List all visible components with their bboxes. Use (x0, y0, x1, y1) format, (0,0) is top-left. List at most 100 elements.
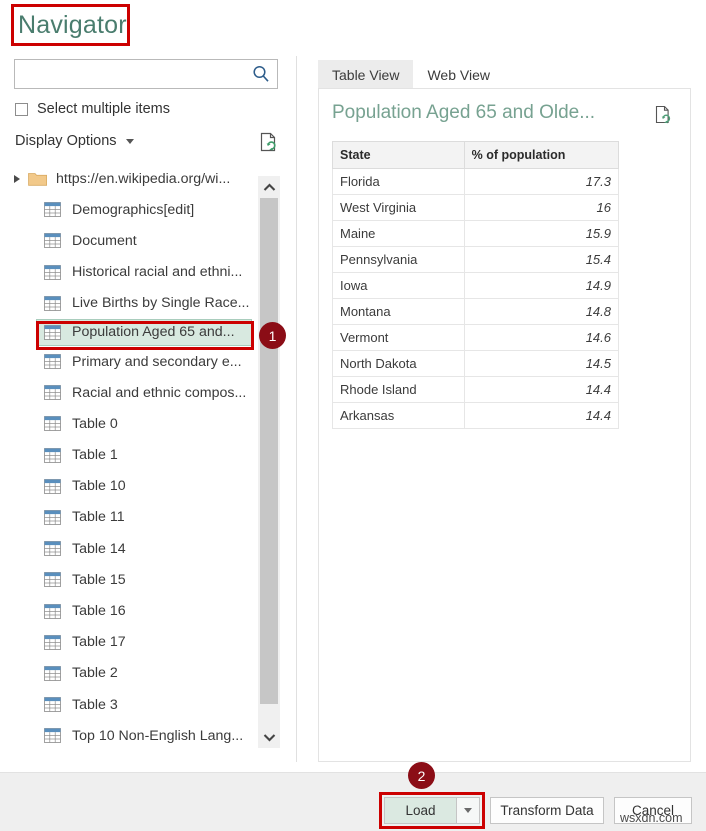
tree-item-table-1[interactable]: Table 1 (0, 440, 258, 471)
tree-item-label: Table 1 (72, 447, 118, 464)
select-multiple-items-checkbox[interactable] (15, 102, 28, 116)
transform-data-button[interactable]: Transform Data (490, 797, 604, 824)
tree-item-population-aged-65[interactable]: Population Aged 65 and... (36, 318, 252, 346)
cell-state: Arkansas (332, 402, 465, 429)
tab-web-view[interactable]: Web View (413, 60, 504, 91)
preview-title: Population Aged 65 and Olde... (332, 102, 596, 123)
preview-tabs[interactable]: Table View Web View (318, 60, 504, 91)
cell-state: West Virginia (332, 194, 465, 221)
tree-item-demographics[interactable]: Demographics[edit] (0, 194, 258, 225)
display-options-dropdown[interactable]: Display Options (15, 133, 134, 149)
cell-state: Iowa (332, 272, 465, 299)
tree-item-table-0[interactable]: Table 0 (0, 408, 258, 439)
tree-item-table-14[interactable]: Table 14 (0, 533, 258, 564)
tree-item-label: Table 10 (72, 478, 126, 495)
preview-panel: Population Aged 65 and Olde... State % o… (318, 88, 691, 762)
folder-icon (28, 171, 47, 186)
watermark: wsxdn.com (620, 811, 683, 825)
panel-divider (296, 56, 297, 762)
tree-item-top-10-non-english[interactable]: Top 10 Non-English Lang... (0, 720, 258, 751)
select-multiple-items-row[interactable]: Select multiple items (15, 101, 170, 117)
scroll-down-button[interactable] (258, 726, 280, 748)
tree-item-table-17[interactable]: Table 17 (0, 627, 258, 658)
column-header-state[interactable]: State (332, 141, 465, 169)
tree-item-live-births[interactable]: Live Births by Single Race... (0, 288, 258, 319)
tree-item-table-10[interactable]: Table 10 (0, 471, 258, 502)
tree-item-label: Historical racial and ethni... (72, 264, 243, 281)
tree-item-label: Racial and ethnic compos... (72, 384, 247, 401)
cell-state: Pennsylvania (332, 246, 465, 273)
tree-item-label: Population Aged 65 and... (72, 324, 235, 341)
search-box[interactable] (14, 59, 278, 89)
cell-pct: 14.4 (463, 402, 620, 429)
display-options-label: Display Options (15, 133, 117, 149)
table-icon (44, 325, 61, 340)
tree-item-label: Live Births by Single Race... (72, 295, 250, 312)
search-icon[interactable] (251, 64, 271, 84)
table-icon (44, 295, 61, 311)
table-row[interactable]: Maine 15.9 (332, 220, 620, 247)
tree-item-table-15[interactable]: Table 15 (0, 564, 258, 595)
tree-item-label: Table 16 (72, 603, 126, 620)
page-refresh-icon[interactable] (653, 105, 673, 126)
table-icon (44, 510, 61, 525)
page-refresh-icon[interactable] (257, 131, 279, 153)
table-icon (44, 354, 61, 369)
tree-item-label: Primary and secondary e... (72, 353, 242, 370)
table-row[interactable]: Montana 14.8 (332, 298, 620, 325)
tree-item-table-16[interactable]: Table 16 (0, 595, 258, 626)
search-input[interactable] (15, 60, 247, 88)
tree-item-table-3[interactable]: Table 3 (0, 689, 258, 720)
cell-pct: 14.5 (463, 350, 620, 377)
table-row[interactable]: Pennsylvania 15.4 (332, 246, 620, 273)
navigator-dialog: Navigator Select multiple items Display … (0, 0, 706, 831)
expander-triangle-icon[interactable] (14, 174, 20, 183)
tree-item-racial-ethnic-composition[interactable]: Racial and ethnic compos... (0, 377, 258, 408)
cell-pct: 15.4 (463, 246, 620, 273)
table-icon (44, 603, 61, 619)
cell-state: Montana (332, 298, 465, 325)
tree-item-table-2[interactable]: Table 2 (0, 658, 258, 689)
table-icon (44, 666, 61, 681)
tree-item-label: Document (72, 232, 137, 249)
cell-pct: 14.8 (463, 298, 620, 325)
table-row[interactable]: West Virginia 16 (332, 194, 620, 221)
tree-scrollbar[interactable] (258, 176, 280, 748)
navigator-tree[interactable]: https://en.wikipedia.org/wi... Demograph… (0, 163, 258, 760)
table-row[interactable]: Vermont 14.6 (332, 324, 620, 351)
tree-item-historical-racial[interactable]: Historical racial and ethni... (0, 257, 258, 288)
tree-root-label: https://en.wikipedia.org/wi... (56, 170, 231, 187)
tree-item-label: Table 3 (72, 696, 118, 713)
tree-item-label: Table 14 (72, 540, 126, 557)
cell-state: Florida (332, 168, 465, 195)
tree-root-item[interactable]: https://en.wikipedia.org/wi... (0, 163, 258, 194)
table-icon (44, 728, 61, 744)
cell-state: North Dakota (332, 350, 465, 377)
chevron-down-icon[interactable] (125, 138, 134, 144)
cell-pct: 14.9 (463, 272, 620, 299)
cell-pct: 14.4 (463, 376, 620, 403)
tree-item-document[interactable]: Document (0, 225, 258, 256)
scrollbar-thumb[interactable] (260, 198, 278, 704)
table-icon (44, 447, 61, 463)
tree-item-primary-secondary[interactable]: Primary and secondary e... (0, 346, 258, 377)
table-row[interactable]: Arkansas 14.4 (332, 402, 620, 429)
load-button[interactable]: Load (384, 797, 456, 824)
tree-item-label: Table 15 (72, 571, 126, 588)
column-header-pct[interactable]: % of population (463, 141, 620, 169)
table-icon (44, 697, 61, 712)
table-row[interactable]: Florida 17.3 (332, 168, 620, 195)
table-icon (44, 634, 61, 650)
table-icon (44, 541, 61, 557)
table-row[interactable]: North Dakota 14.5 (332, 350, 620, 377)
tree-item-label: Top 10 Non-English Lang... (72, 727, 244, 744)
tab-table-view[interactable]: Table View (318, 60, 414, 91)
tree-item-table-11[interactable]: Table 11 (0, 502, 258, 533)
scroll-up-button[interactable] (258, 176, 280, 198)
table-row[interactable]: Iowa 14.9 (332, 272, 620, 299)
table-row[interactable]: Rhode Island 14.4 (332, 376, 620, 403)
table-icon (44, 233, 61, 249)
load-dropdown-button[interactable] (456, 797, 480, 824)
cell-state: Rhode Island (332, 376, 465, 403)
table-icon (44, 202, 61, 218)
